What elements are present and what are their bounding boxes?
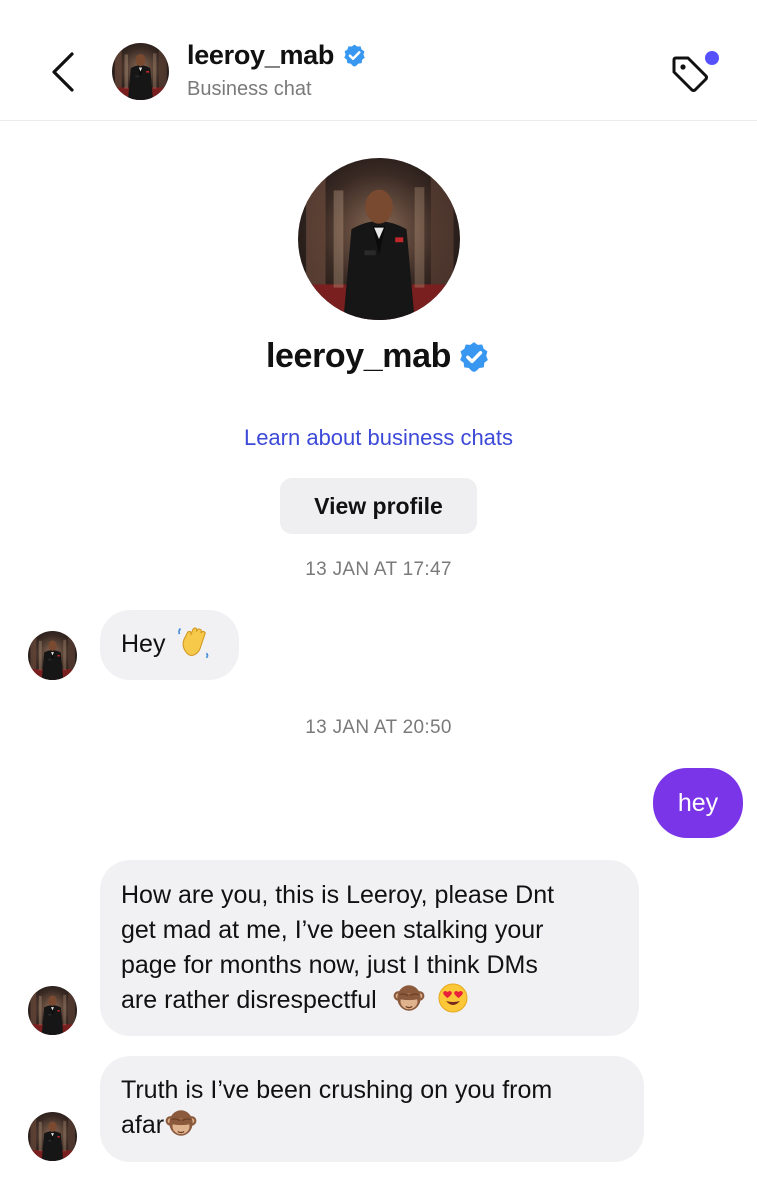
chat-header: leeroy_mab Business chat	[0, 0, 757, 121]
header-username-row[interactable]: leeroy_mab	[187, 40, 367, 71]
unread-dot	[705, 51, 719, 65]
profile-avatar[interactable]	[298, 158, 460, 320]
sender-avatar[interactable]	[28, 1112, 77, 1161]
message-line: Truth is I’ve been crushing on you from	[121, 1076, 553, 1104]
profile-username-row: leeroy_mab	[0, 337, 757, 376]
message-line: page for months now, just I think DMs	[121, 951, 538, 979]
see-no-evil-monkey-emoji-icon	[164, 1106, 198, 1140]
view-profile-button[interactable]: View profile	[280, 478, 477, 534]
message-timestamp: 13 JAN AT 20:50	[305, 717, 452, 738]
message-timestamp: 13 JAN AT 17:47	[305, 559, 452, 580]
message-bubble-outgoing[interactable]: hey	[653, 768, 743, 838]
message-line-wrap: are rather disrespectful	[121, 983, 639, 1018]
header-avatar[interactable]	[112, 43, 169, 100]
chevron-left-icon[interactable]	[44, 50, 84, 94]
message-text: Hey	[121, 630, 166, 658]
see-no-evil-monkey-emoji-icon	[392, 981, 426, 1015]
message-bubble-incoming[interactable]: How are you, this is Leeroy, please Dnt …	[100, 860, 639, 1036]
verified-badge-icon	[457, 340, 491, 374]
sender-avatar[interactable]	[28, 631, 77, 680]
message-text: hey	[677, 788, 719, 817]
message-line: How are you, this is Leeroy, please Dnt	[121, 881, 555, 909]
message-line: get mad at me, I’ve been stalking your	[121, 916, 544, 944]
message-bubble-incoming[interactable]: Hey	[100, 610, 239, 680]
message-bubble-incoming[interactable]: Truth is I’ve been crushing on you from …	[100, 1056, 644, 1162]
learn-business-chats-link[interactable]: Learn about business chats	[0, 425, 757, 451]
header-username: leeroy_mab	[187, 40, 335, 70]
verified-badge-icon	[342, 43, 367, 68]
waving-hand-emoji-icon	[176, 624, 212, 660]
sender-avatar[interactable]	[28, 986, 77, 1035]
message-line: are rather disrespectful	[121, 986, 377, 1014]
heart-eyes-emoji-icon	[437, 982, 469, 1014]
header-subtitle: Business chat	[187, 78, 312, 100]
message-line: afar	[121, 1111, 165, 1139]
profile-username: leeroy_mab	[266, 337, 451, 375]
message-line-wrap: afar	[121, 1108, 644, 1143]
